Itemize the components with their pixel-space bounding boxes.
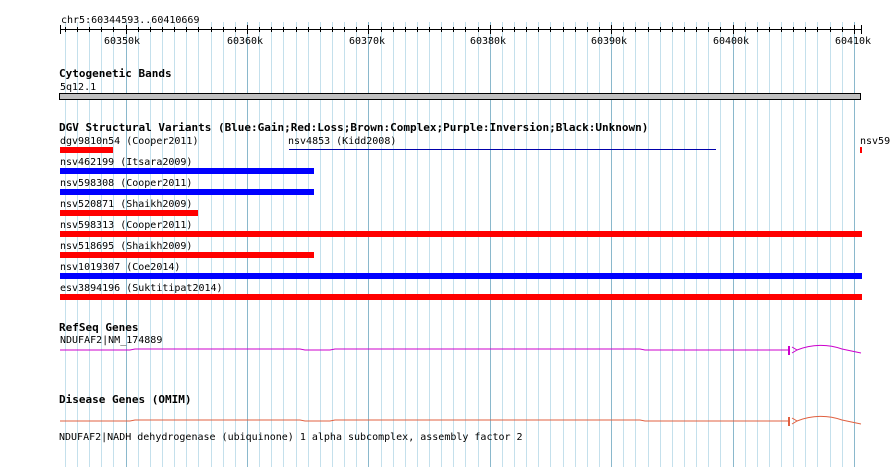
variant-label[interactable]: nsv598313 (Cooper2011) xyxy=(60,220,192,231)
omim-gene-utr-line xyxy=(796,415,862,425)
variant-label[interactable]: nsv4853 (Kidd2008) xyxy=(288,136,396,147)
gene-models xyxy=(60,344,862,426)
variant-bar[interactable] xyxy=(60,147,114,153)
refseq-gene-label[interactable]: NDUFAF2|NM_174889 xyxy=(60,335,162,346)
dgv-track-title: DGV Structural Variants (Blue:Gain;Red:L… xyxy=(59,121,649,134)
variant-label[interactable]: esv3894196 (Suktitipat2014) xyxy=(60,283,223,294)
variant-bar[interactable] xyxy=(60,231,862,237)
ruler-tick-label: 60410k xyxy=(834,36,872,47)
ruler-tick-label: 60390k xyxy=(590,36,628,47)
variant-bar[interactable] xyxy=(60,189,314,195)
variant-bar[interactable] xyxy=(289,149,716,150)
variant-label[interactable]: nsv598308 (Cooper2011) xyxy=(60,178,192,189)
ruler-tick-label: 60370k xyxy=(348,36,386,47)
variant-label[interactable]: nsv1019307 (Coe2014) xyxy=(60,262,180,273)
variant-label[interactable]: nsv518695 (Shaikh2009) xyxy=(60,241,192,252)
omim-gene-intron-line xyxy=(60,419,790,422)
omim-gene-strand-arrow xyxy=(791,417,798,425)
ruler-tick-label: 60380k xyxy=(469,36,507,47)
variant-label[interactable]: dgv9810n54 (Cooper2011) xyxy=(60,136,198,147)
variant-label[interactable]: nsv59 xyxy=(860,136,890,147)
region-label: chr5:60344593..60410669 xyxy=(61,15,200,26)
cytoband-label: 5q12.1 xyxy=(60,82,97,93)
ruler-tick-label: 60400k xyxy=(712,36,750,47)
ruler-tick-label: 60360k xyxy=(226,36,264,47)
refseq-gene-intron-line xyxy=(60,348,790,351)
variant-bar[interactable] xyxy=(859,147,862,153)
refseq-gene-utr-line xyxy=(796,344,862,354)
variant-bar[interactable] xyxy=(60,252,314,258)
cytoband-track-title: Cytogenetic Bands xyxy=(59,67,172,80)
variant-label[interactable]: nsv520871 (Shaikh2009) xyxy=(60,199,192,210)
omim-gene-exon xyxy=(788,417,790,426)
refseq-gene-exon xyxy=(788,346,790,355)
refseq-gene-strand-arrow xyxy=(791,346,798,354)
variant-bar[interactable] xyxy=(60,210,199,216)
coordinate-ruler xyxy=(60,25,862,34)
variant-bar[interactable] xyxy=(60,168,314,174)
omim-gene-label[interactable]: NDUFAF2|NADH dehydrogenase (ubiquinone) … xyxy=(59,432,523,443)
ruler-tick-label: 60350k xyxy=(103,36,141,47)
variant-bar[interactable] xyxy=(60,273,862,279)
omim-track-title: Disease Genes (OMIM) xyxy=(59,393,192,406)
cytoband-bar[interactable] xyxy=(59,93,861,100)
variant-label[interactable]: nsv462199 (Itsara2009) xyxy=(60,157,192,168)
refseq-track-title: RefSeq Genes xyxy=(59,321,139,334)
variant-bar[interactable] xyxy=(60,294,862,300)
